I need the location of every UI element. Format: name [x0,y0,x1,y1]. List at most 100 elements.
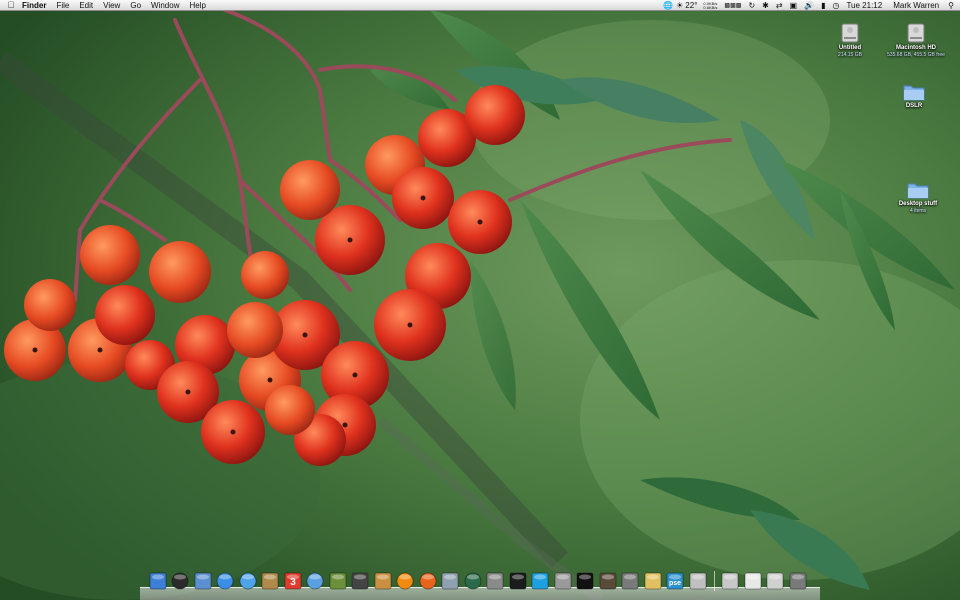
activity-monitor-icon-glyph [509,572,527,589]
mail-icon[interactable] [193,570,213,591]
dashboard-icon[interactable] [171,570,191,591]
clock-text[interactable]: Tue 21:12 [846,1,882,10]
printer-icon[interactable] [621,570,641,591]
image-capture-icon[interactable] [688,570,708,591]
skype-icon[interactable] [531,570,551,591]
desktop-icon-macintosh-hd[interactable]: Macintosh HD 535.68 GB, 455.5 GB free [876,22,956,58]
user-name[interactable]: Mark Warren [893,1,939,10]
dock: 3 pse [140,568,820,600]
apple-menu-icon[interactable]:  [0,0,22,10]
clock-icon[interactable]: ◷ [832,1,839,10]
iphoto-icon[interactable] [328,570,348,591]
menu-window[interactable]: Window [151,1,179,10]
dock-divider [713,571,715,591]
finder-icon-glyph [149,572,167,589]
safari-icon-glyph [216,572,234,589]
trash-icon[interactable] [788,570,808,591]
folder-icon [903,85,925,101]
system-preferences-icon-glyph [486,572,504,589]
garageband-icon[interactable] [373,570,393,591]
dashboard-icon-glyph [171,572,189,589]
weather-status[interactable]: 🌐 ☀ 22° [663,1,697,10]
garageband-icon-glyph [374,572,392,589]
safari-icon[interactable] [216,570,236,591]
photoshop-icon[interactable] [598,570,618,591]
applications-stack-icon[interactable] [721,570,741,591]
menu-bar:  Finder File Edit View Go Window Help 🌐… [0,0,960,11]
photoshop-icon-glyph [599,572,617,589]
desktop-wallpaper-rowan-berries [0,0,960,600]
battery-icon[interactable]: ▮ [821,1,825,10]
menu-view[interactable]: View [103,1,120,10]
ical-date-text: 3 [290,577,296,588]
menu-edit[interactable]: Edit [79,1,93,10]
globe-icon: 🌐 [663,1,674,10]
screen-icon[interactable]: ▣ [790,1,798,10]
time-machine-menu-icon[interactable]: ↻ [748,1,755,10]
menu-file[interactable]: File [56,1,69,10]
photoshop-elements-icon[interactable]: pse [666,570,686,591]
sun-icon: ☀ [676,1,684,10]
menu-go[interactable]: Go [130,1,141,10]
status-area: 🌐 ☀ 22° 0.0KB/s 0.6KB/s ▩▩▩ ↻ ✱ ⇄ ▣ 🔊 ▮ … [656,0,960,11]
documents-stack-icon-glyph [744,572,762,589]
vlc-icon[interactable] [396,570,416,591]
terminal-icon[interactable] [576,570,596,591]
firefox-icon[interactable] [418,570,438,591]
documents-stack-icon[interactable] [743,570,763,591]
imovie-icon[interactable] [351,570,371,591]
address-book-icon[interactable] [261,570,281,591]
desktop-icon-info: 4 items [909,208,927,214]
photoshop-elements-icon-glyph: pse [666,572,684,589]
downloads-stack-icon[interactable] [766,570,786,591]
desktop-icon-desktop-stuff[interactable]: Desktop stuff 4 items [878,180,958,214]
textedit-icon-glyph [644,572,662,589]
downloads-stack-icon-glyph [766,572,784,589]
textedit-icon[interactable] [643,570,663,591]
itunes-icon[interactable] [306,570,326,591]
preview-icon[interactable] [441,570,461,591]
activity-monitor-icon[interactable] [508,570,528,591]
image-capture-icon-glyph [689,572,707,589]
ical-icon[interactable]: 3 [283,570,303,591]
skype-icon-glyph [531,572,549,589]
ichat-icon-glyph [239,572,257,589]
desktop-icon-dslr[interactable]: DSLR [874,82,954,110]
network-speed[interactable]: 0.0KB/s 0.6KB/s [703,1,718,10]
finder-icon[interactable] [148,570,168,591]
printer-icon-glyph [621,572,639,589]
preview-icon-glyph [441,572,459,589]
menu-help[interactable]: Help [189,1,205,10]
network-down-text: 0.6KB/s [703,4,718,10]
speaker-icon[interactable]: 🔊 [804,1,814,10]
itunes-icon-glyph [306,572,324,589]
vlc-icon-glyph [396,572,414,589]
dock-items: 3 pse [148,570,811,591]
disk-utility-icon-glyph [554,572,572,589]
time-machine-icon[interactable] [463,570,483,591]
desktop-icon-info: 535.68 GB, 455.5 GB free [887,52,945,58]
bluetooth-icon[interactable]: ✱ [762,1,769,10]
sync-icon[interactable]: ⇄ [776,1,783,10]
trash-icon-glyph [789,572,807,589]
disk-utility-icon[interactable] [553,570,573,591]
mail-icon-glyph [194,572,212,589]
cpu-meter-icon[interactable]: ▩▩▩ [724,2,741,9]
time-machine-icon-glyph [464,572,482,589]
menu-app-finder[interactable]: Finder [22,1,46,10]
folder-icon [907,183,929,199]
imovie-icon-glyph [351,572,369,589]
temperature-text: 22° [685,1,698,10]
spotlight-search-icon[interactable]: ⚲ [948,1,954,10]
ichat-icon[interactable] [238,570,258,591]
hard-drive-icon [841,23,859,43]
system-preferences-icon[interactable] [486,570,506,591]
address-book-icon-glyph [261,572,279,589]
hard-drive-icon [907,23,925,43]
iphoto-icon-glyph [329,572,347,589]
pse-label-text: pse [669,580,681,587]
desktop-icon-label: DSLR [905,103,923,109]
desktop-icon-label: Macintosh HD [895,45,936,51]
desktop-icon-label: Desktop stuff [898,201,938,207]
ical-icon-glyph: 3 [284,572,302,589]
